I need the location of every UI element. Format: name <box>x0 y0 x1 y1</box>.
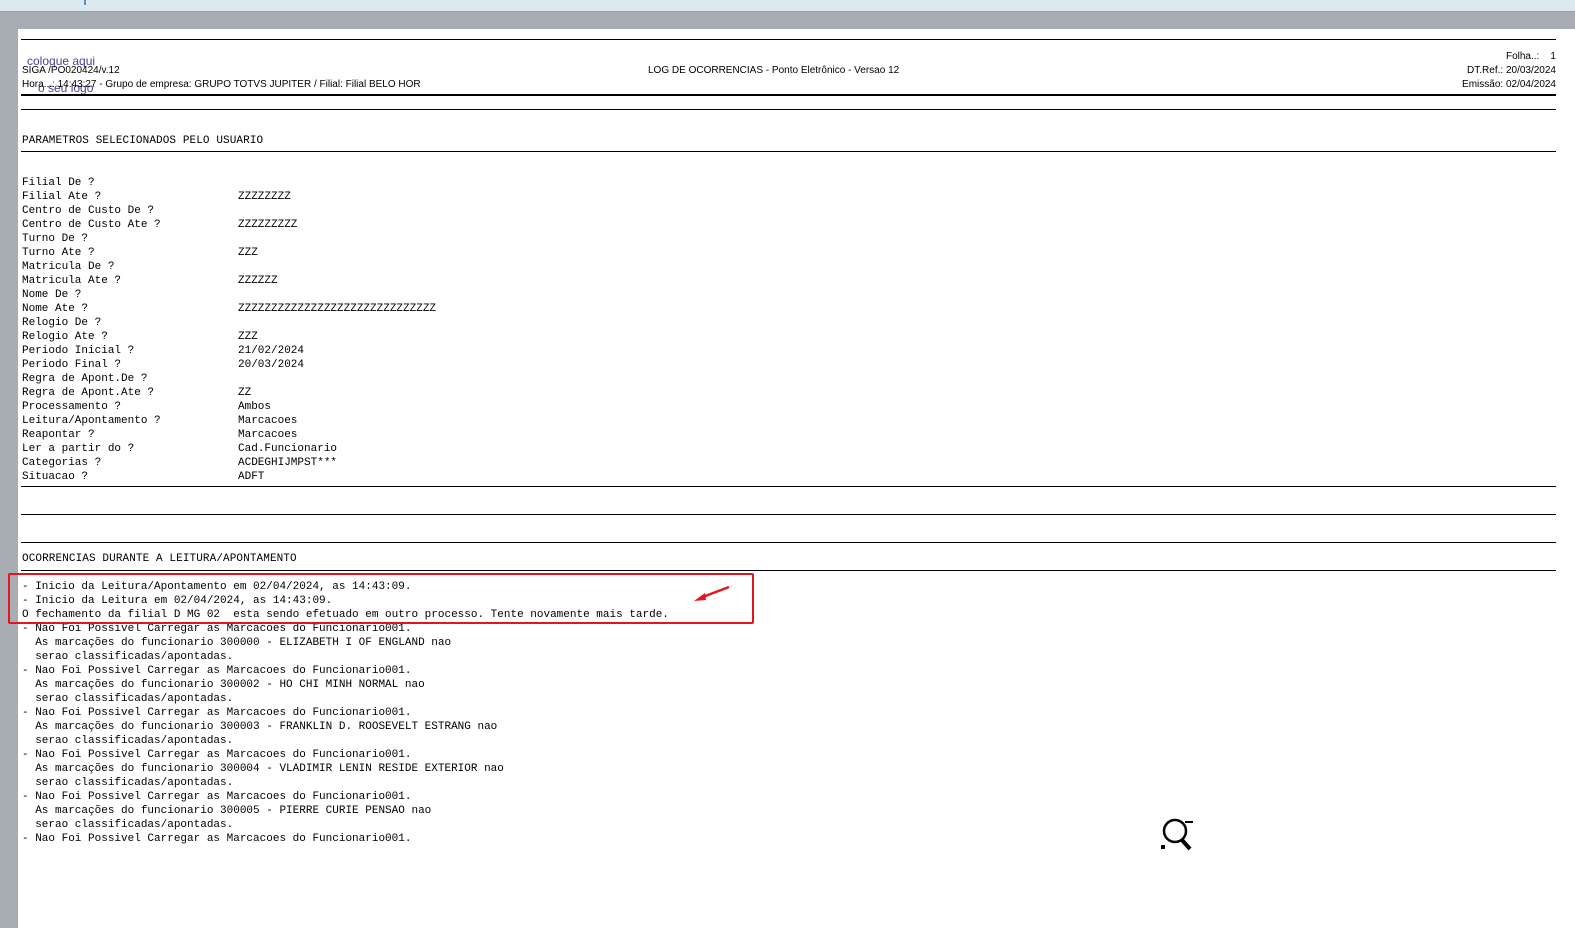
param-label: Matricula De ? <box>22 261 115 273</box>
param-value: ZZZZZZZZZ <box>238 219 298 231</box>
param-value: 20/03/2024 <box>238 359 305 371</box>
param-label: Filial Ate ? <box>22 191 102 203</box>
log-line: serao classificadas/apontadas. <box>22 693 234 705</box>
rule <box>21 486 1556 487</box>
log-line: As marcações do funcionario 300004 - VLA… <box>22 763 504 775</box>
emissao-label: Emissão: 02/04/2024 <box>1462 79 1556 90</box>
param-value: ACDEGHIJMPST*** <box>238 457 338 469</box>
param-label: Relogio De ? <box>22 317 102 329</box>
param-label: Matricula Ate ? <box>22 275 122 287</box>
dtref-label: DT.Ref.: 20/03/2024 <box>1467 65 1556 76</box>
log-line: serao classificadas/apontadas. <box>22 651 234 663</box>
log-line: - Nao Foi Possivel Carregar as Marcacoes… <box>22 707 412 719</box>
zoom-cursor-icon <box>1161 817 1193 851</box>
param-value: ZZZZZZZZZZZZZZZZZZZZZZZZZZZZZZ <box>238 303 437 315</box>
params-section-title: PARAMETROS SELECIONADOS PELO USUARIO <box>22 135 264 147</box>
rule <box>21 570 1556 571</box>
highlight-box <box>8 573 754 624</box>
window-top-bar <box>0 0 1575 12</box>
rule <box>21 542 1556 543</box>
log-line: As marcações do funcionario 300000 - ELI… <box>22 637 452 649</box>
param-label: Categorias ? <box>22 457 102 469</box>
param-value: ZZZ <box>238 331 258 343</box>
param-value: Cad.Funcionario <box>238 443 338 455</box>
param-value: ZZZZZZ <box>238 275 278 287</box>
log-line: - Nao Foi Possivel Carregar as Marcacoes… <box>22 665 412 677</box>
param-value: ZZZZZZZZ <box>238 191 291 203</box>
param-label: Turno Ate ? <box>22 247 95 259</box>
param-label: Relogio Ate ? <box>22 331 108 343</box>
log-line: serao classificadas/apontadas. <box>22 777 234 789</box>
param-label: Reapontar ? <box>22 429 95 441</box>
param-label: Filial De ? <box>22 177 95 189</box>
header-bottom-rule <box>21 94 1556 96</box>
log-line: serao classificadas/apontadas. <box>22 819 234 831</box>
param-value: Marcacoes <box>238 429 298 441</box>
param-value: ADFT <box>238 471 265 483</box>
log-line: - Nao Foi Possivel Carregar as Marcacoes… <box>22 749 412 761</box>
param-label: Regra de Apont.De ? <box>22 373 148 385</box>
param-value: 21/02/2024 <box>238 345 305 357</box>
log-line: As marcações do funcionario 300005 - PIE… <box>22 805 432 817</box>
param-value: Ambos <box>238 401 272 413</box>
program-id: SIGA /PO020424/v.12 <box>22 65 120 76</box>
param-value: ZZZ <box>238 247 258 259</box>
param-label: Ler a partir do ? <box>22 443 135 455</box>
log-line: - Nao Foi Possivel Carregar as Marcacoes… <box>22 791 412 803</box>
report-page: coloque aqui o seu logo Folha..: 1 SIGA … <box>8 29 1575 928</box>
param-label: Situacao ? <box>22 471 89 483</box>
red-arrow-icon <box>694 585 730 601</box>
log-line: - Nao Foi Possivel Carregar as Marcacoes… <box>22 833 412 845</box>
param-value: Marcacoes <box>238 415 298 427</box>
param-label: Periodo Inicial ? <box>22 345 135 357</box>
param-label: Centro de Custo De ? <box>22 205 155 217</box>
log-line: serao classificadas/apontadas. <box>22 735 234 747</box>
rule <box>21 109 1556 110</box>
header-top-rule <box>21 39 1556 40</box>
param-label: Nome De ? <box>22 289 82 301</box>
param-label: Regra de Apont.Ate ? <box>22 387 155 399</box>
hora-line: Hora...: 14:43:27 - Grupo de empresa: GR… <box>22 79 421 90</box>
param-label: Centro de Custo Ate ? <box>22 219 161 231</box>
param-label: Periodo Final ? <box>22 359 122 371</box>
report-title: LOG DE OCORRENCIAS - Ponto Eletrônico - … <box>648 65 900 76</box>
param-label: Nome Ate ? <box>22 303 89 315</box>
param-value: ZZ <box>238 387 252 399</box>
param-label: Processamento ? <box>22 401 122 413</box>
folha-label: Folha..: 1 <box>1505 51 1556 62</box>
log-line: As marcações do funcionario 300003 - FRA… <box>22 721 498 733</box>
log-line: As marcações do funcionario 300002 - HO … <box>22 679 425 691</box>
ocorrencias-section-title: OCORRENCIAS DURANTE A LEITURA/APONTAMENT… <box>22 553 297 565</box>
tab-indicator[interactable] <box>0 0 86 5</box>
param-label: Leitura/Apontamento ? <box>22 415 161 427</box>
param-label: Turno De ? <box>22 233 89 245</box>
rule <box>21 514 1556 515</box>
rule <box>21 151 1556 152</box>
log-line: - Nao Foi Possivel Carregar as Marcacoes… <box>22 623 412 635</box>
